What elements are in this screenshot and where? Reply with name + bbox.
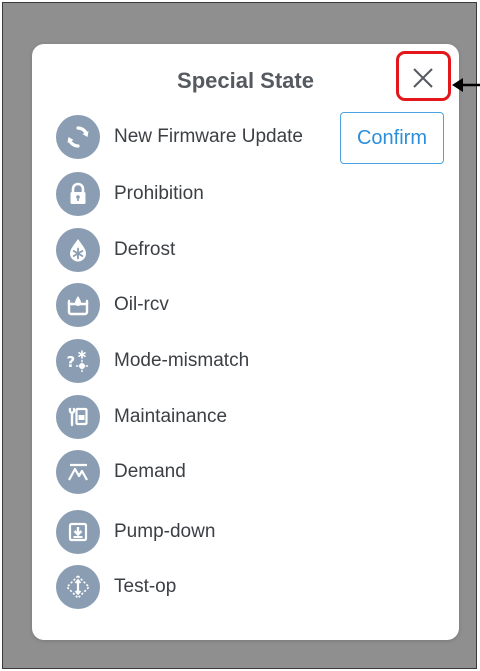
state-item-mode-mismatch: ? Mode-mismatch bbox=[56, 339, 249, 383]
state-item-pump-down: Pump-down bbox=[56, 510, 215, 554]
state-label: Oil-rcv bbox=[114, 294, 169, 315]
mode-mismatch-icon: ? bbox=[56, 339, 100, 383]
state-label: Mode-mismatch bbox=[114, 350, 250, 371]
state-label: Pump-down bbox=[114, 521, 216, 542]
demand-icon bbox=[56, 450, 100, 494]
oil-recovery-icon bbox=[56, 283, 100, 327]
lock-icon bbox=[56, 172, 100, 216]
state-item-test-op: Test-op bbox=[56, 565, 176, 609]
state-label: Maintainance bbox=[114, 406, 228, 427]
state-label: Demand bbox=[114, 461, 186, 482]
special-state-dialog: Special State New Firmware Update Prohib… bbox=[32, 44, 459, 640]
test-op-icon bbox=[56, 565, 100, 609]
pump-down-icon bbox=[56, 510, 100, 554]
state-label: Defrost bbox=[114, 239, 176, 260]
sync-icon bbox=[56, 115, 100, 159]
state-label: Prohibition bbox=[114, 183, 204, 204]
arrow-left-icon bbox=[452, 78, 480, 92]
svg-text:?: ? bbox=[67, 353, 76, 371]
state-item-demand: Demand bbox=[56, 450, 186, 494]
state-label: Test-op bbox=[114, 576, 177, 597]
state-item-prohibition: Prohibition bbox=[56, 172, 204, 216]
state-label: New Firmware Update bbox=[114, 126, 303, 147]
maintenance-icon bbox=[56, 395, 100, 439]
state-item-new-firmware-update: New Firmware Update bbox=[56, 115, 303, 159]
state-item-defrost: Defrost bbox=[56, 228, 175, 272]
confirm-button[interactable]: Confirm bbox=[340, 112, 444, 164]
state-item-maintainance: Maintainance bbox=[56, 395, 227, 439]
state-item-oil-rcv: Oil-rcv bbox=[56, 283, 169, 327]
snowflake-drop-icon bbox=[56, 228, 100, 272]
